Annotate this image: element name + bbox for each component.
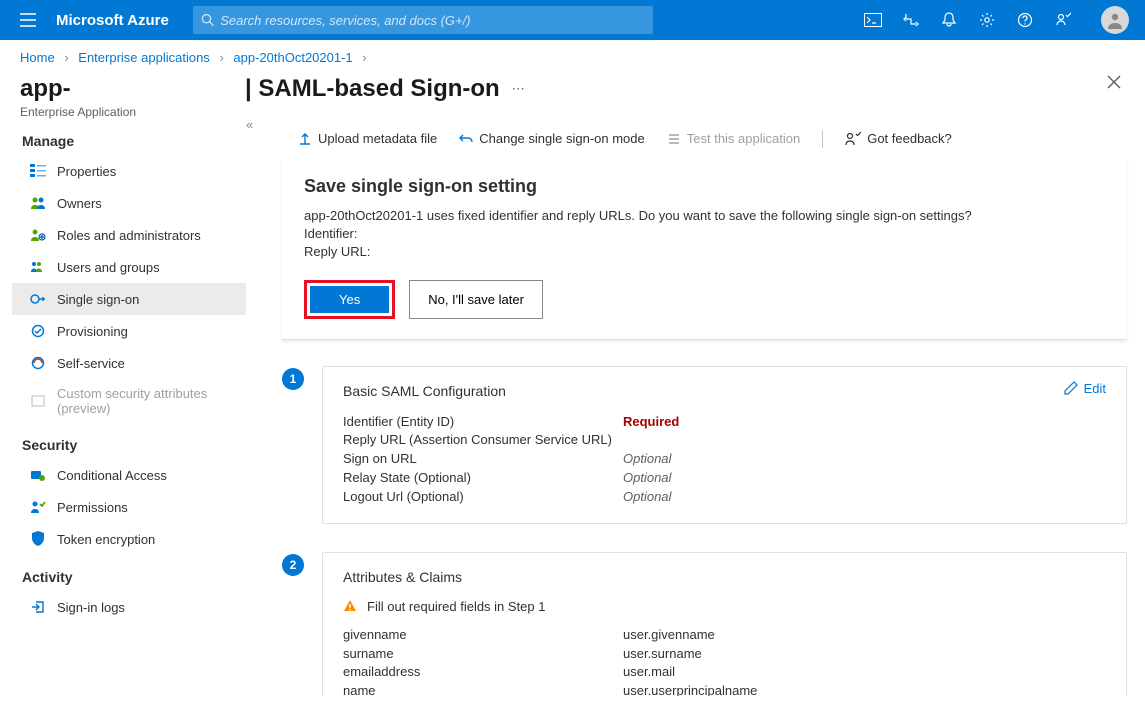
signin-logs-icon	[29, 598, 47, 616]
yes-button-highlight: Yes	[304, 280, 395, 319]
sidebar-section-activity: Activity	[12, 555, 246, 591]
notifications-icon[interactable]	[939, 10, 959, 30]
dialog-text-1: app-20thOct20201-1 uses fixed identifier…	[304, 207, 1105, 225]
top-icon-bar	[863, 6, 1137, 34]
app-subtitle: Enterprise Application	[20, 105, 245, 119]
cloud-shell-icon[interactable]	[863, 10, 883, 30]
search-input[interactable]	[220, 13, 645, 28]
main-content: « Upload metadata file Change single sig…	[246, 119, 1145, 696]
feedback-icon[interactable]	[1053, 10, 1073, 30]
save-sso-dialog: Save single sign-on setting app-20thOct2…	[282, 160, 1127, 340]
sidebar-section-security: Security	[12, 423, 246, 459]
sidebar-item-provisioning[interactable]: Provisioning	[12, 315, 246, 347]
sidebar-item-users-groups[interactable]: Users and groups	[12, 251, 246, 283]
search-box[interactable]	[193, 6, 653, 34]
sidebar-item-label: Conditional Access	[57, 468, 167, 483]
sidebar-item-signin-logs[interactable]: Sign-in logs	[12, 591, 246, 623]
sidebar-item-label: Owners	[57, 196, 102, 211]
sidebar-item-label: Custom security attributes (preview)	[57, 386, 236, 416]
provisioning-icon	[29, 322, 47, 340]
portal-menu-button[interactable]	[8, 13, 48, 27]
step-badge-2: 2	[282, 554, 304, 576]
sidebar-item-conditional-access[interactable]: Conditional Access	[12, 459, 246, 491]
dialog-text-identifier: Identifier:	[304, 225, 1105, 243]
sidebar-item-label: Users and groups	[57, 260, 160, 275]
properties-icon	[29, 162, 47, 180]
edit-basic-saml-button[interactable]: Edit	[1064, 381, 1106, 396]
sso-icon	[29, 290, 47, 308]
resource-menu: Manage Properties Owners Roles and admin…	[0, 119, 246, 696]
change-mode-button[interactable]: Change single sign-on mode	[451, 127, 653, 150]
sidebar-item-token-encryption[interactable]: Token encryption	[12, 523, 246, 555]
sidebar-item-label: Self-service	[57, 356, 125, 371]
more-actions-button[interactable]: ⋯	[512, 81, 525, 97]
self-service-icon	[29, 354, 47, 372]
user-avatar[interactable]	[1101, 6, 1129, 34]
breadcrumb-home[interactable]: Home	[20, 50, 55, 65]
feedback-button[interactable]: Got feedback?	[837, 127, 960, 150]
upload-metadata-button[interactable]: Upload metadata file	[290, 127, 445, 150]
step-1: 1 Basic SAML Configuration Edit Identifi…	[282, 366, 1127, 524]
step1-title: Basic SAML Configuration	[343, 383, 1106, 399]
step2-title: Attributes & Claims	[343, 569, 1106, 585]
command-bar: Upload metadata file Change single sign-…	[256, 119, 1145, 160]
top-bar: Microsoft Azure	[0, 0, 1145, 40]
sidebar-item-custom-attrs: Custom security attributes (preview)	[12, 379, 246, 423]
feedback-person-icon	[845, 132, 861, 146]
toolbar-divider	[822, 130, 823, 148]
owners-icon	[29, 194, 47, 212]
app-title: app-	[20, 75, 245, 103]
warning-icon	[343, 599, 357, 613]
undo-icon	[459, 132, 473, 146]
collapse-menu-button[interactable]: «	[246, 119, 253, 132]
sidebar-item-label: Permissions	[57, 500, 128, 515]
shield-icon	[29, 530, 47, 548]
sidebar-item-label: Properties	[57, 164, 116, 179]
custom-attrs-icon	[29, 392, 47, 410]
upload-icon	[298, 132, 312, 146]
breadcrumb-app[interactable]: app-20thOct20201-1	[233, 50, 352, 65]
chevron-right-icon: ›	[362, 50, 366, 65]
sidebar-item-label: Single sign-on	[57, 292, 139, 307]
sidebar-item-label: Sign-in logs	[57, 600, 125, 615]
step2-warning: Fill out required fields in Step 1	[343, 599, 1106, 614]
step-2: 2 Attributes & Claims Fill out required …	[282, 552, 1127, 696]
dialog-title: Save single sign-on setting	[304, 176, 1105, 197]
save-later-button[interactable]: No, I'll save later	[409, 280, 543, 319]
step-badge-1: 1	[282, 368, 304, 390]
basic-saml-card: Basic SAML Configuration Edit Identifier…	[322, 366, 1127, 524]
sidebar-item-label: Roles and administrators	[57, 228, 201, 243]
breadcrumb: Home › Enterprise applications › app-20t…	[0, 40, 1145, 71]
page-title: | SAML-based Sign-on	[245, 75, 500, 103]
chevron-right-icon: ›	[64, 50, 68, 65]
sidebar-item-self-service[interactable]: Self-service	[12, 347, 246, 379]
sidebar-item-sso[interactable]: Single sign-on	[12, 283, 246, 315]
attributes-claims-card: Attributes & Claims Fill out required fi…	[322, 552, 1127, 696]
sidebar-item-permissions[interactable]: Permissions	[12, 491, 246, 523]
search-icon	[201, 13, 214, 27]
page-header: app- Enterprise Application | SAML-based…	[0, 71, 1145, 119]
conditional-access-icon	[29, 466, 47, 484]
sidebar-item-roles[interactable]: Roles and administrators	[12, 219, 246, 251]
sidebar-item-label: Provisioning	[57, 324, 128, 339]
breadcrumb-enterprise-apps[interactable]: Enterprise applications	[78, 50, 210, 65]
test-icon	[667, 132, 681, 146]
help-icon[interactable]	[1015, 10, 1035, 30]
sidebar-item-properties[interactable]: Properties	[12, 155, 246, 187]
dialog-text-replyurl: Reply URL:	[304, 243, 1105, 261]
yes-button[interactable]: Yes	[310, 286, 389, 313]
sidebar-item-label: Token encryption	[57, 532, 155, 547]
directories-icon[interactable]	[901, 10, 921, 30]
permissions-icon	[29, 498, 47, 516]
settings-icon[interactable]	[977, 10, 997, 30]
close-blade-button[interactable]	[1107, 75, 1121, 89]
sidebar-item-owners[interactable]: Owners	[12, 187, 246, 219]
brand-label[interactable]: Microsoft Azure	[56, 12, 169, 29]
roles-icon	[29, 226, 47, 244]
pencil-icon	[1064, 381, 1078, 395]
test-application-button: Test this application	[659, 127, 808, 150]
chevron-right-icon: ›	[219, 50, 223, 65]
users-groups-icon	[29, 258, 47, 276]
sidebar-section-manage: Manage	[12, 119, 246, 155]
